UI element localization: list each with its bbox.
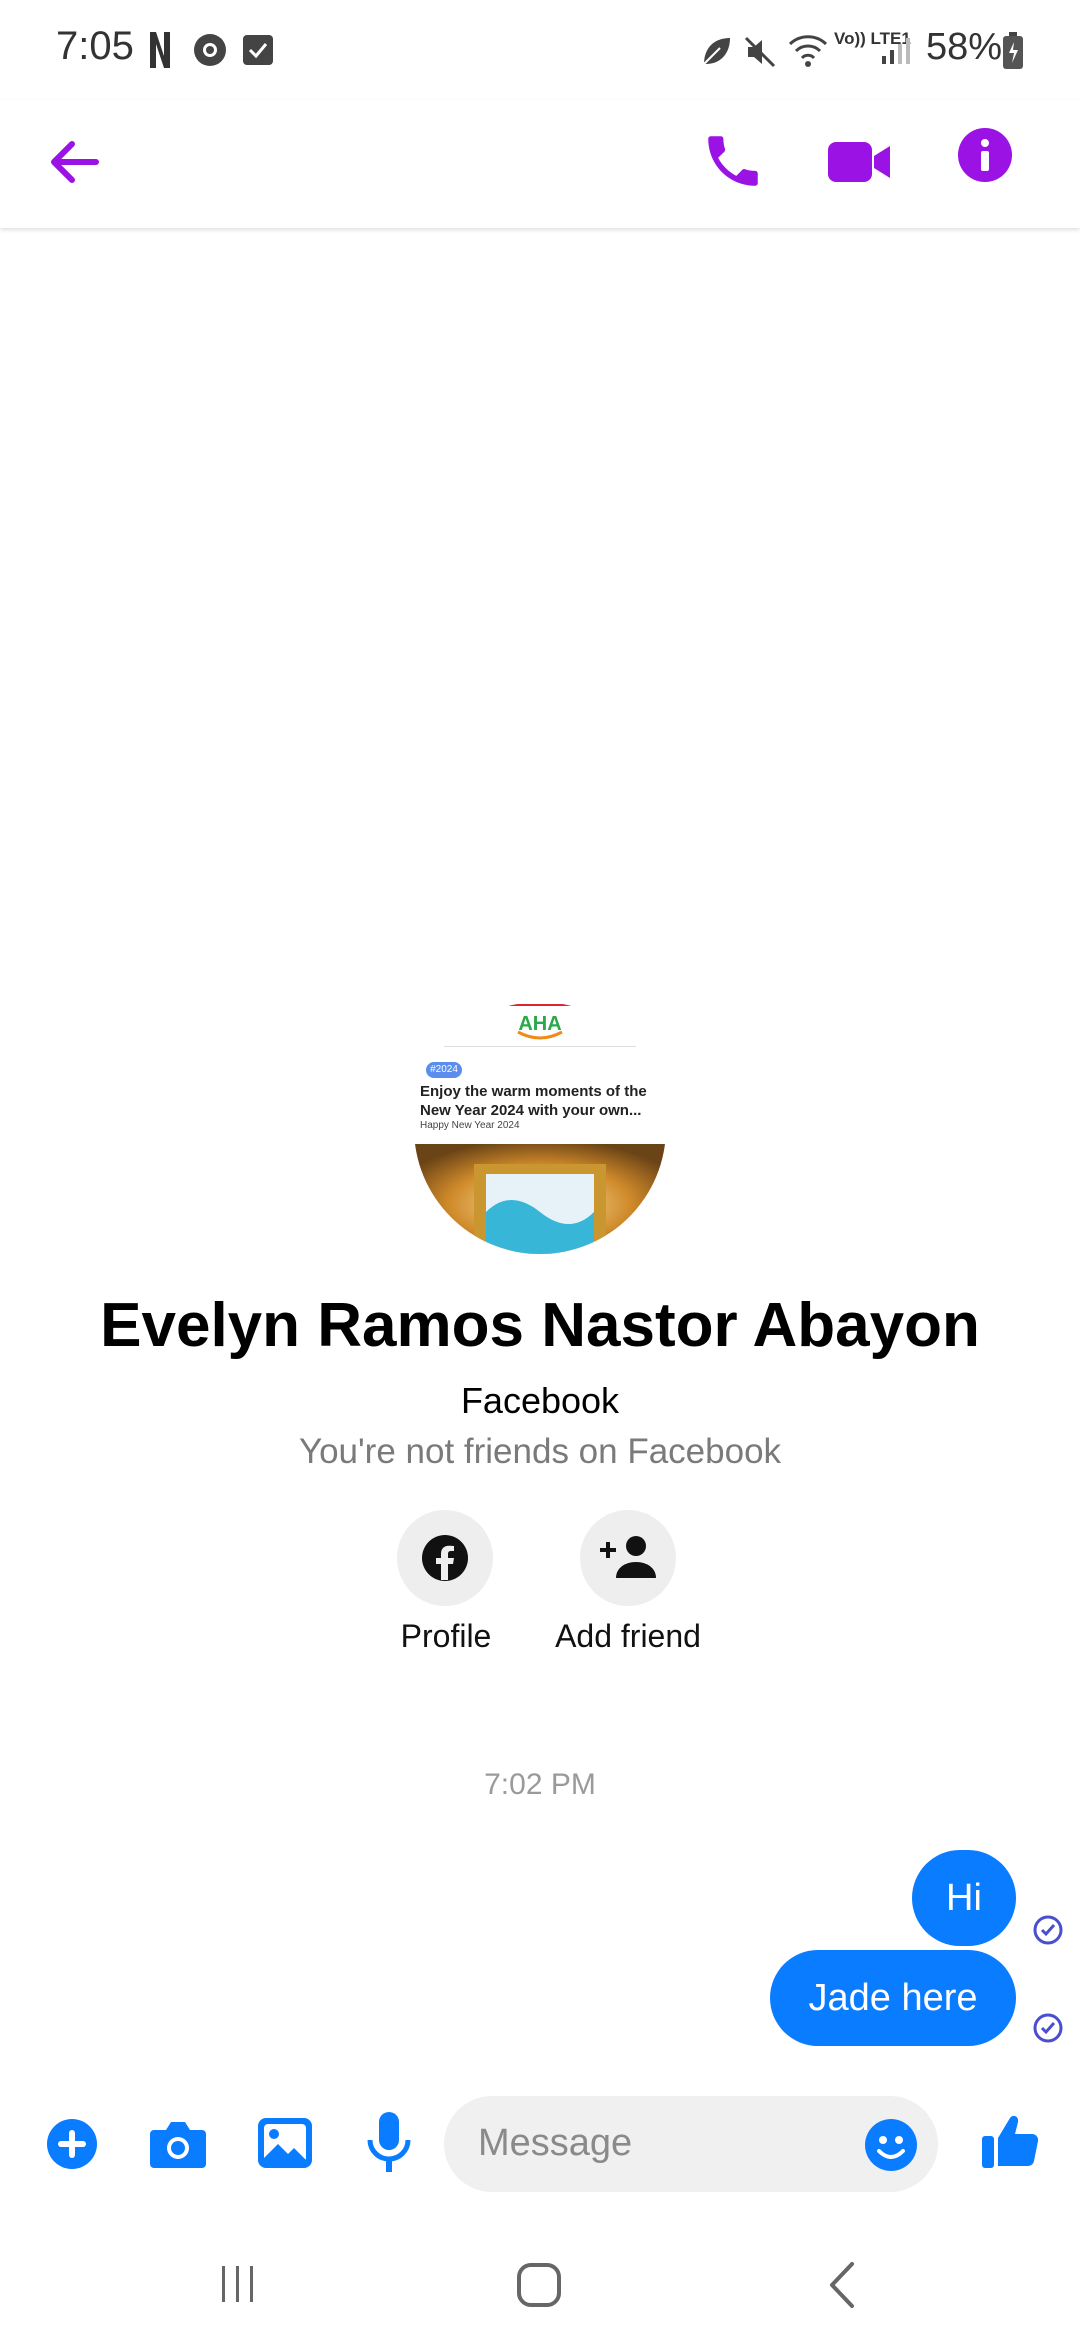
signal-icon (880, 34, 912, 66)
system-navigation-bar (0, 2228, 1080, 2340)
home-button[interactable] (516, 2262, 562, 2308)
delivered-check-icon (1032, 2012, 1064, 2044)
like-button[interactable] (980, 2110, 1042, 2172)
profile-action-button[interactable] (397, 1510, 493, 1606)
emoji-button[interactable] (864, 2118, 918, 2172)
battery-charging-icon (1002, 32, 1024, 70)
wifi-icon (788, 32, 828, 68)
message-timestamp: 7:02 PM (484, 1768, 596, 1801)
preview-caption: Happy New Year 2024 (420, 1120, 520, 1131)
svg-text:AHA: AHA (518, 1013, 561, 1035)
plus-button[interactable] (46, 2118, 98, 2170)
battery-percent: 58% (926, 26, 1003, 68)
netflix-icon (148, 30, 172, 70)
recent-apps-button[interactable] (218, 2264, 258, 2304)
back-button[interactable] (40, 128, 108, 196)
back-nav-button[interactable] (826, 2260, 858, 2310)
add-friend-action-circle[interactable] (580, 1510, 676, 1606)
gallery-button[interactable] (256, 2114, 314, 2172)
video-call-button[interactable] (826, 132, 892, 192)
status-time: 7:05 (56, 24, 134, 68)
checkbox-notification-icon (242, 34, 274, 66)
add-friend-action-button[interactable] (580, 1510, 676, 1606)
info-button[interactable] (956, 126, 1014, 184)
contact-name: Evelyn Ramos Nastor Abayon (100, 1291, 980, 1360)
camera-button[interactable] (148, 2116, 208, 2172)
message-input-placeholder[interactable]: Message (478, 2122, 632, 2165)
audio-call-button[interactable] (700, 128, 766, 194)
add-friend-icon (598, 1534, 658, 1582)
chrome-icon (192, 32, 228, 68)
message-bubble-outgoing[interactable]: Jade here (770, 1950, 1016, 2046)
friendship-status: You're not friends on Facebook (298, 1432, 782, 1471)
leaf-icon (700, 34, 732, 68)
microphone-button[interactable] (366, 2110, 412, 2176)
message-text: Hi (946, 1876, 982, 1919)
contact-platform: Facebook (460, 1380, 620, 1421)
status-bar: 7:05 Vo)) LTE1 58% (0, 0, 1080, 100)
delivered-check-icon (1032, 1914, 1064, 1946)
preview-headline: Enjoy the warm moments of the New Year 2… (420, 1083, 647, 1119)
conversation-header (0, 100, 1080, 228)
profile-action-circle[interactable] (397, 1510, 493, 1606)
message-text: Jade here (808, 1976, 978, 2019)
facebook-icon (421, 1534, 469, 1582)
preview-badge: #2024 (426, 1062, 462, 1078)
message-bubble-outgoing[interactable]: Hi (912, 1850, 1016, 1946)
mute-icon (742, 34, 778, 70)
add-friend-action-label[interactable]: Add friend (518, 1618, 738, 1655)
